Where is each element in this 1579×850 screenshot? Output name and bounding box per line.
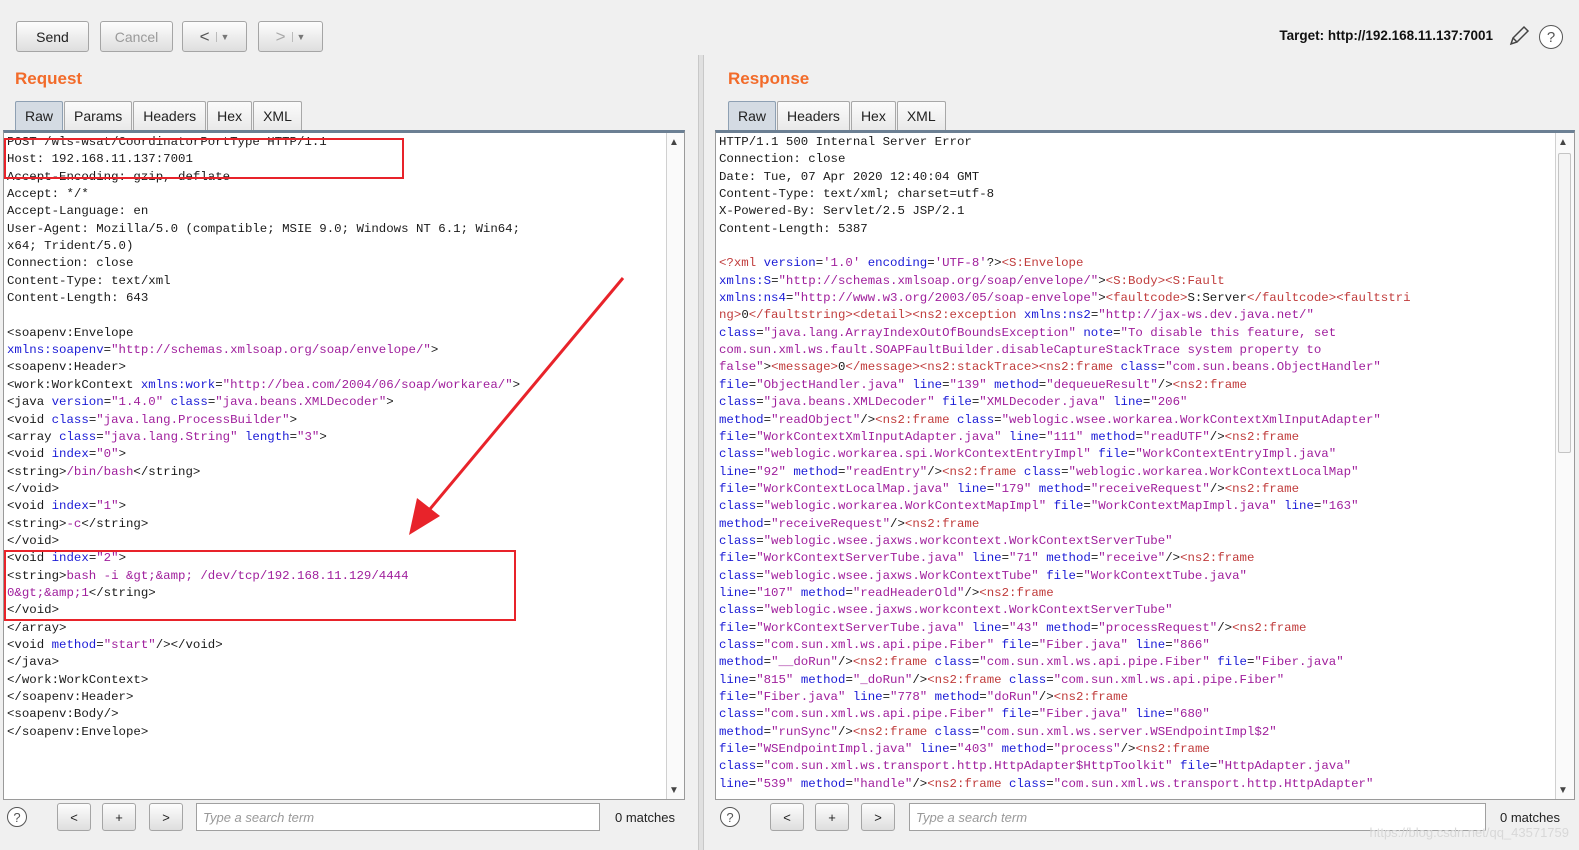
watermark: https://blog.csdn.net/qq_43571759	[1369, 825, 1570, 840]
code-line: Date: Tue, 07 Apr 2020 12:40:04 GMT	[719, 169, 980, 184]
code-line: file="WorkContextServerTube.java" line="…	[719, 551, 1255, 566]
code-line: <soapenv:Body/>	[7, 707, 119, 722]
code-line: xmlns:ns4="http://www.w3.org/2003/05/soa…	[719, 291, 1411, 306]
scroll-down-icon[interactable]: ▼	[1558, 785, 1568, 796]
code-line: xmlns:S="http://schemas.xmlsoap.org/soap…	[719, 273, 1225, 288]
response-body[interactable]: HTTP/1.1 500 Internal Server Error Connec…	[719, 134, 1411, 793]
tab-request-headers[interactable]: Headers	[133, 101, 207, 130]
request-help-icon[interactable]: ?	[7, 807, 27, 827]
response-editor[interactable]: HTTP/1.1 500 Internal Server Error Connec…	[715, 130, 1575, 800]
scroll-thumb[interactable]	[1558, 153, 1571, 453]
code-line: file="ObjectHandler.java" line="139" met…	[719, 377, 1247, 392]
code-line: Accept-Language: en	[7, 204, 149, 219]
code-line: class="weblogic.wsee.jaxws.workcontext.W…	[719, 603, 1173, 618]
help-icon[interactable]: ?	[1539, 25, 1563, 49]
back-button[interactable]: < ▼	[182, 21, 247, 52]
code-line: class="com.sun.xml.ws.api.pipe.Fiber" fi…	[719, 637, 1210, 652]
code-line: x64; Trident/5.0)	[7, 239, 134, 254]
code-line: class="weblogic.workarea.spi.WorkContext…	[719, 447, 1337, 462]
code-line: false"><message>0</message><ns2:stackTra…	[719, 360, 1381, 375]
code-line: line="92" method="readEntry"/><ns2:frame…	[719, 464, 1359, 479]
code-line: Accept: */*	[7, 187, 89, 202]
code-line: line="815" method="_doRun"/><ns2:frame c…	[719, 672, 1285, 687]
tab-response-raw[interactable]: Raw	[728, 101, 777, 130]
cancel-button[interactable]: Cancel	[100, 21, 173, 52]
scroll-down-icon[interactable]: ▼	[669, 785, 679, 796]
code-line: class="weblogic.wsee.jaxws.WorkContextTu…	[719, 568, 1247, 583]
tab-response-xml[interactable]: XML	[896, 101, 946, 130]
code-line: class="java.lang.ArrayIndexOutOfBoundsEx…	[719, 325, 1337, 340]
code-line: Content-Length: 5387	[719, 221, 868, 236]
code-line: line="107" method="readHeaderOld"/><ns2:…	[719, 585, 1054, 600]
code-line: </soapenv:Header>	[7, 690, 134, 704]
tab-request-raw[interactable]: Raw	[15, 101, 64, 130]
dropdown-caret-icon: ▼	[215, 31, 229, 42]
request-title: Request	[15, 69, 83, 88]
response-search-next-button[interactable]: >	[861, 803, 895, 831]
code-line: com.sun.xml.ws.fault.SOAPFaultBuilder.di…	[719, 343, 1322, 358]
code-line: method="__doRun"/><ns2:frame class="com.…	[719, 655, 1344, 670]
scroll-up-icon[interactable]: ▲	[1558, 137, 1568, 148]
annotation-box-payload	[4, 550, 516, 621]
code-line: file="WorkContextXmlInputAdapter.java" l…	[719, 429, 1300, 444]
request-search-input[interactable]	[196, 803, 600, 831]
annotation-arrow	[409, 277, 625, 535]
edit-pencil-icon[interactable]	[1507, 24, 1531, 48]
code-line: </work:WorkContext>	[7, 672, 149, 687]
code-line: HTTP/1.1 500 Internal Server Error	[719, 135, 972, 149]
code-line: <?xml version='1.0' encoding='UTF-8'?><S…	[719, 256, 1084, 271]
code-line: <void method="start"/></void>	[7, 637, 223, 652]
code-line: Connection: close	[719, 152, 846, 167]
tab-response-hex[interactable]: Hex	[850, 101, 896, 130]
back-arrow-icon: <	[199, 26, 210, 46]
annotation-box-host	[4, 138, 404, 179]
code-line: class="java.beans.XMLDecoder" file="XMLD…	[719, 395, 1188, 410]
code-line: </array>	[7, 620, 67, 635]
response-scrollbar[interactable]: ▲ ▼	[1555, 133, 1574, 799]
tab-response-headers[interactable]: Headers	[777, 101, 850, 130]
response-match-count: 0 matches	[1500, 810, 1560, 825]
split-divider[interactable]	[698, 55, 704, 850]
code-line: </soapenv:Envelope>	[7, 724, 149, 739]
response-search-add-button[interactable]: +	[815, 803, 849, 831]
code-line: file="WorkContextLocalMap.java" line="17…	[719, 481, 1300, 496]
code-line: file="WorkContextServerTube.java" line="…	[719, 620, 1307, 635]
code-line: method="runSync"/><ns2:frame class="com.…	[719, 724, 1277, 739]
code-line: class="weblogic.wsee.jaxws.workcontext.W…	[719, 533, 1173, 548]
response-help-icon[interactable]: ?	[720, 807, 740, 827]
code-line: class="com.sun.xml.ws.api.pipe.Fiber" fi…	[719, 707, 1210, 722]
target-label: Target: http://192.168.11.137:7001	[1279, 28, 1493, 43]
request-search-next-button[interactable]: >	[149, 803, 183, 831]
code-line: class="weblogic.workarea.WorkContextMapI…	[719, 499, 1359, 514]
code-line: </java>	[7, 655, 60, 670]
code-line: file="Fiber.java" line="778" method="doR…	[719, 690, 1129, 704]
tab-request-params[interactable]: Params	[64, 101, 133, 130]
code-line: class="com.sun.xml.ws.transport.http.Htt…	[719, 759, 1352, 774]
request-scrollbar[interactable]: ▲ ▼	[666, 133, 684, 799]
code-line: ng>0</faultstring><detail><ns2:exception…	[719, 308, 1314, 323]
request-search-prev-button[interactable]: <	[57, 803, 91, 831]
code-line: file="WSEndpointImpl.java" line="403" me…	[719, 742, 1210, 757]
code-line: line="539" method="handle"/><ns2:frame c…	[719, 776, 1374, 791]
send-button[interactable]: Send	[16, 21, 89, 52]
code-line: X-Powered-By: Servlet/2.5 JSP/2.1	[719, 204, 965, 219]
scroll-up-icon[interactable]: ▲	[669, 137, 679, 148]
request-match-count: 0 matches	[615, 810, 675, 825]
forward-arrow-icon: >	[275, 26, 286, 46]
tab-request-xml[interactable]: XML	[253, 101, 302, 130]
tab-request-hex[interactable]: Hex	[207, 101, 253, 130]
forward-button[interactable]: > ▼	[258, 21, 323, 52]
code-line: User-Agent: Mozilla/5.0 (compatible; MSI…	[7, 221, 521, 236]
response-search-prev-button[interactable]: <	[770, 803, 804, 831]
response-title: Response	[728, 69, 810, 88]
request-search-add-button[interactable]: +	[102, 803, 136, 831]
dropdown-caret-icon: ▼	[291, 31, 305, 42]
code-line: method="receiveRequest"/><ns2:frame	[719, 516, 980, 531]
code-line: Content-Type: text/xml; charset=utf-8	[719, 187, 995, 202]
code-line: method="readObject"/><ns2:frame class="w…	[719, 412, 1381, 427]
